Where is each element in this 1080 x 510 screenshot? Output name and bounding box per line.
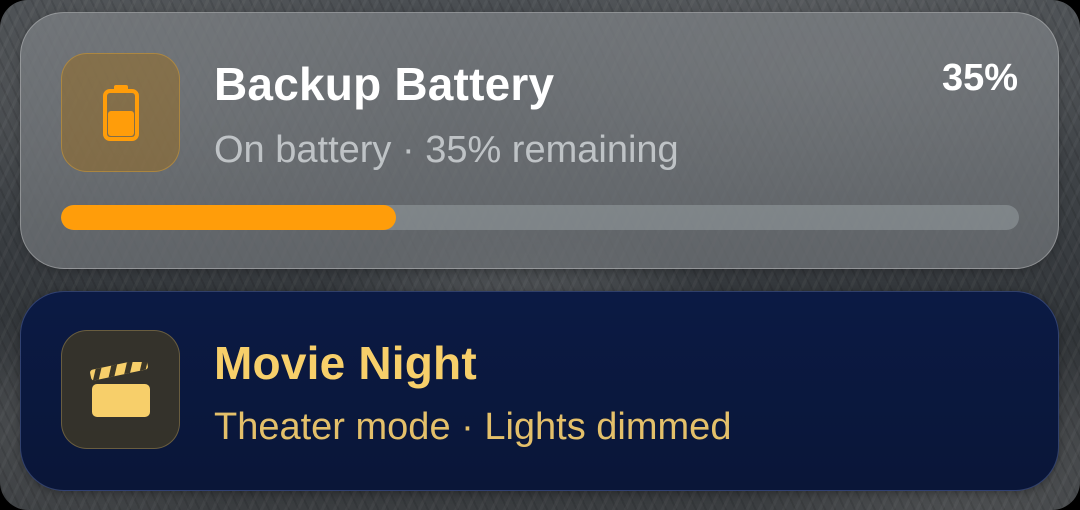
battery-percent: 35% — [941, 57, 1018, 99]
movie-night-card[interactable]: Movie Night Theater mode · Lights dimmed — [20, 291, 1059, 491]
clapperboard-icon — [89, 361, 150, 417]
notification-subtitle: On battery · 35% remaining — [214, 129, 679, 171]
battery-progress-bar — [61, 205, 1019, 230]
battery-icon — [102, 84, 139, 141]
notification-subtitle: Theater mode · Lights dimmed — [214, 406, 732, 448]
battery-progress-fill — [61, 205, 397, 230]
backup-battery-card[interactable]: Backup Battery 35% On battery · 35% rema… — [20, 12, 1059, 269]
notification-title: Movie Night — [214, 337, 477, 389]
notification-title: Backup Battery — [214, 58, 555, 110]
battery-icon-tile — [61, 53, 180, 172]
clapperboard-icon-tile — [61, 330, 180, 449]
screen: Backup Battery 35% On battery · 35% rema… — [0, 0, 1080, 510]
